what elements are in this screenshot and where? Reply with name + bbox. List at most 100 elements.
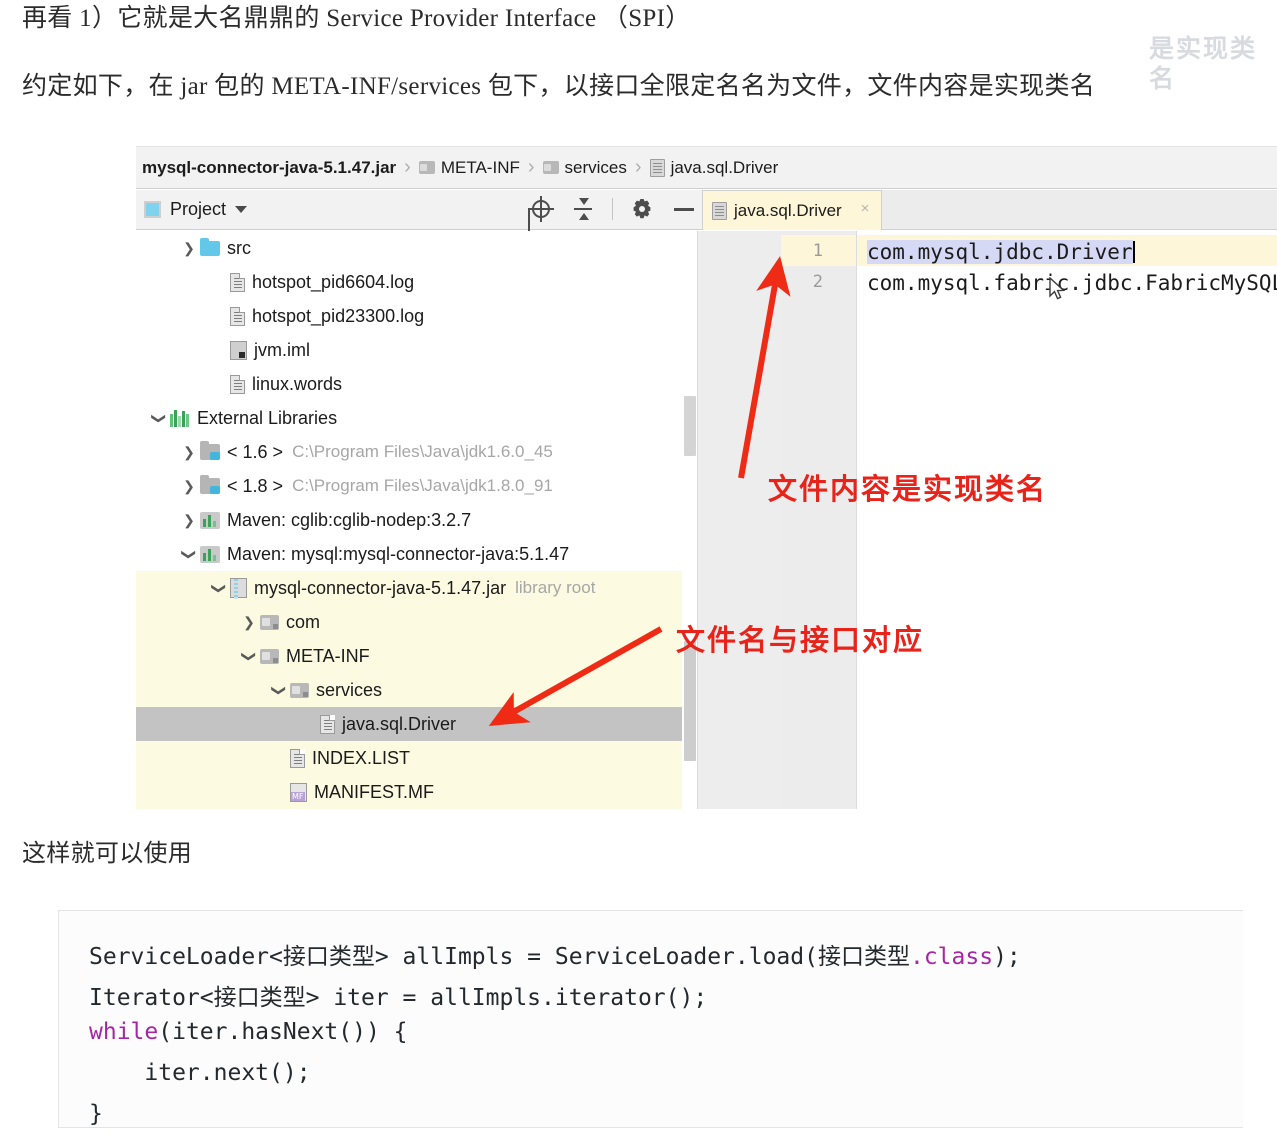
mouse-cursor-icon [1049, 277, 1066, 300]
scrollbar-thumb-upper[interactable] [684, 396, 696, 456]
tree-item-label: External Libraries [197, 407, 338, 428]
package-icon [260, 614, 279, 630]
file-icon [649, 158, 665, 177]
src-folder-icon [200, 237, 220, 256]
code-sample-line: ServiceLoader<接口类型> allImpls = ServiceLo… [89, 937, 1021, 971]
folder-icon [418, 161, 435, 174]
maven-icon [200, 545, 220, 563]
tree-item-secondary-label: C:\Program Files\Java\jdk1.6.0_45 [292, 442, 553, 461]
tree-item-hotspot-pid6604-log[interactable]: hotspot_pid6604.log [136, 265, 682, 299]
project-title-label: Project [170, 199, 227, 219]
manifest-file-icon [290, 782, 307, 802]
chevron-right-icon[interactable] [178, 512, 200, 529]
jdk-icon [200, 475, 220, 494]
tab-java-sql-driver[interactable]: java.sql.Driver × [702, 190, 882, 230]
code-text: } [89, 1101, 103, 1127]
editor-gutter: 1 2 [781, 231, 857, 809]
tree-item-label: INDEX.LIST [312, 747, 411, 768]
breadcrumb-label: META-INF [440, 157, 520, 177]
tree-item-manifest-mf[interactable]: MANIFEST.MF [136, 775, 682, 809]
breadcrumb-separator: › [527, 156, 535, 178]
tree-item-label: hotspot_pid6604.log [252, 271, 415, 292]
watermark-text: 是实现类名 [1149, 34, 1258, 93]
scrollbar-thumb[interactable] [684, 641, 696, 761]
hide-minimize-icon[interactable] [671, 196, 697, 222]
file-icon [712, 201, 727, 220]
tree-item-linux-words[interactable]: linux.words [136, 367, 682, 401]
code-line-1-text: com.mysql.jdbc.Driver [867, 240, 1133, 264]
tree-item-maven-mysql-mysql-connector-java-5-1-47[interactable]: Maven: mysql:mysql-connector-java:5.1.47 [136, 537, 682, 571]
tree-item-label: hotspot_pid23300.log [252, 305, 425, 326]
tree-item-label: Maven: cglib:cglib-nodep:3.2.7 [227, 509, 472, 530]
tree-item-services[interactable]: services [136, 673, 682, 707]
chevron-down-icon[interactable] [148, 410, 170, 427]
tree-item-label: java.sql.Driver [342, 713, 457, 734]
tree-item-hotspot-pid23300-log[interactable]: hotspot_pid23300.log [136, 299, 682, 333]
breadcrumb-item-jar[interactable]: mysql-connector-java-5.1.47.jar [142, 158, 396, 178]
panel-splitter[interactable] [697, 231, 782, 809]
code-editor[interactable]: 1 2 com.mysql.jdbc.Driver com.mysql.fabr… [781, 231, 1277, 809]
page-paragraph-line: 约定如下，在 jar 包的 META-INF/services 包下，以接口全限… [22, 73, 1096, 100]
tab-label: java.sql.Driver [734, 200, 842, 220]
tree-item-1-6[interactable]: < 1.6 > C:\Program Files\Java\jdk1.6.0_45 [136, 435, 682, 469]
code-text: iter.next(); [89, 1060, 311, 1086]
chevron-down-icon[interactable] [238, 648, 260, 665]
tree-item-label: jvm.iml [254, 339, 310, 360]
breadcrumb-separator: › [634, 156, 642, 178]
project-tree[interactable]: src hotspot_pid6604.log hotspot_pid23300.l… [136, 231, 682, 809]
chevron-right-icon[interactable] [238, 614, 260, 631]
toolbar-icon-group [528, 196, 697, 222]
text-file-icon [230, 374, 245, 394]
chevron-down-icon[interactable] [268, 682, 290, 699]
text-file-icon [230, 272, 245, 292]
code-text: ServiceLoader<接口类型> allImpls = ServiceLo… [89, 944, 910, 970]
tree-item-src[interactable]: src [136, 231, 682, 265]
iml-file-icon [230, 340, 247, 360]
tree-item-java-sql-driver[interactable]: java.sql.Driver [136, 707, 682, 741]
tree-item-com[interactable]: com [136, 605, 682, 639]
breadcrumb-item-services[interactable]: services [542, 158, 627, 178]
code-text: Iterator<接口类型> iter = allImpls.iterator(… [89, 985, 708, 1011]
collapse-all-icon[interactable] [570, 196, 596, 222]
tree-item-maven-cglib-cglib-nodep-3-2-7[interactable]: Maven: cglib:cglib-nodep:3.2.7 [136, 503, 682, 537]
code-text: ); [993, 944, 1021, 970]
tree-item-meta-inf[interactable]: META-INF [136, 639, 682, 673]
tree-item-index-list[interactable]: INDEX.LIST [136, 741, 682, 775]
tree-item-label: META-INF [286, 645, 370, 666]
breadcrumb-item-meta-inf[interactable]: META-INF [418, 157, 520, 178]
breadcrumb: mysql-connector-java-5.1.47.jar › META-I… [136, 147, 1277, 189]
tree-item-mysql-connector-java-5-1-47-jar[interactable]: mysql-connector-java-5.1.47.jar library r… [136, 571, 682, 605]
jar-icon [230, 578, 247, 599]
code-line-1: com.mysql.jdbc.Driver [867, 240, 1135, 264]
chevron-right-icon[interactable] [178, 240, 200, 257]
code-sample-block: ServiceLoader<接口类型> allImpls = ServiceLo… [58, 910, 1243, 1128]
settings-gear-icon[interactable] [629, 196, 655, 222]
tree-item-label: < 1.6 > [227, 441, 284, 462]
tree-item-label: linux.words [252, 373, 343, 394]
tree-item-secondary-label: C:\Program Files\Java\jdk1.8.0_91 [292, 476, 553, 495]
chevron-right-icon[interactable] [178, 478, 200, 495]
project-panel-title[interactable]: Project [144, 199, 248, 220]
breadcrumb-separator: › [404, 156, 411, 178]
tree-item-1-8[interactable]: < 1.8 > C:\Program Files\Java\jdk1.8.0_91 [136, 469, 682, 503]
code-text: (iter.hasNext()) { [158, 1019, 408, 1045]
locate-target-icon[interactable] [528, 196, 554, 222]
chevron-right-icon[interactable] [178, 444, 200, 461]
chevron-down-icon[interactable] [178, 546, 200, 563]
tree-item-external-libraries[interactable]: External Libraries [136, 401, 682, 435]
breadcrumb-label: mysql-connector-java-5.1.47.jar [142, 157, 397, 177]
breadcrumb-item-driver-file[interactable]: java.sql.Driver [649, 157, 779, 178]
code-sample-line: Iterator<接口类型> iter = allImpls.iterator(… [89, 978, 707, 1012]
chevron-down-icon[interactable] [208, 580, 230, 597]
package-icon [290, 682, 309, 698]
tree-item-label: Maven: mysql:mysql-connector-java:5.1.47 [227, 543, 570, 564]
editor-text-area[interactable]: com.mysql.jdbc.Driver com.mysql.fabric.j… [857, 231, 1277, 809]
chevron-down-icon[interactable] [235, 206, 248, 213]
tree-item-jvm-iml[interactable]: jvm.iml [136, 333, 682, 367]
tree-scrollbar[interactable] [683, 231, 697, 809]
breadcrumb-label: java.sql.Driver [670, 157, 779, 177]
page-subheading: 这样就可以使用 [22, 839, 193, 867]
close-icon[interactable]: × [858, 201, 872, 216]
code-sample-line: iter.next(); [89, 1060, 311, 1086]
code-sample-line: while(iter.hasNext()) { [89, 1019, 408, 1045]
